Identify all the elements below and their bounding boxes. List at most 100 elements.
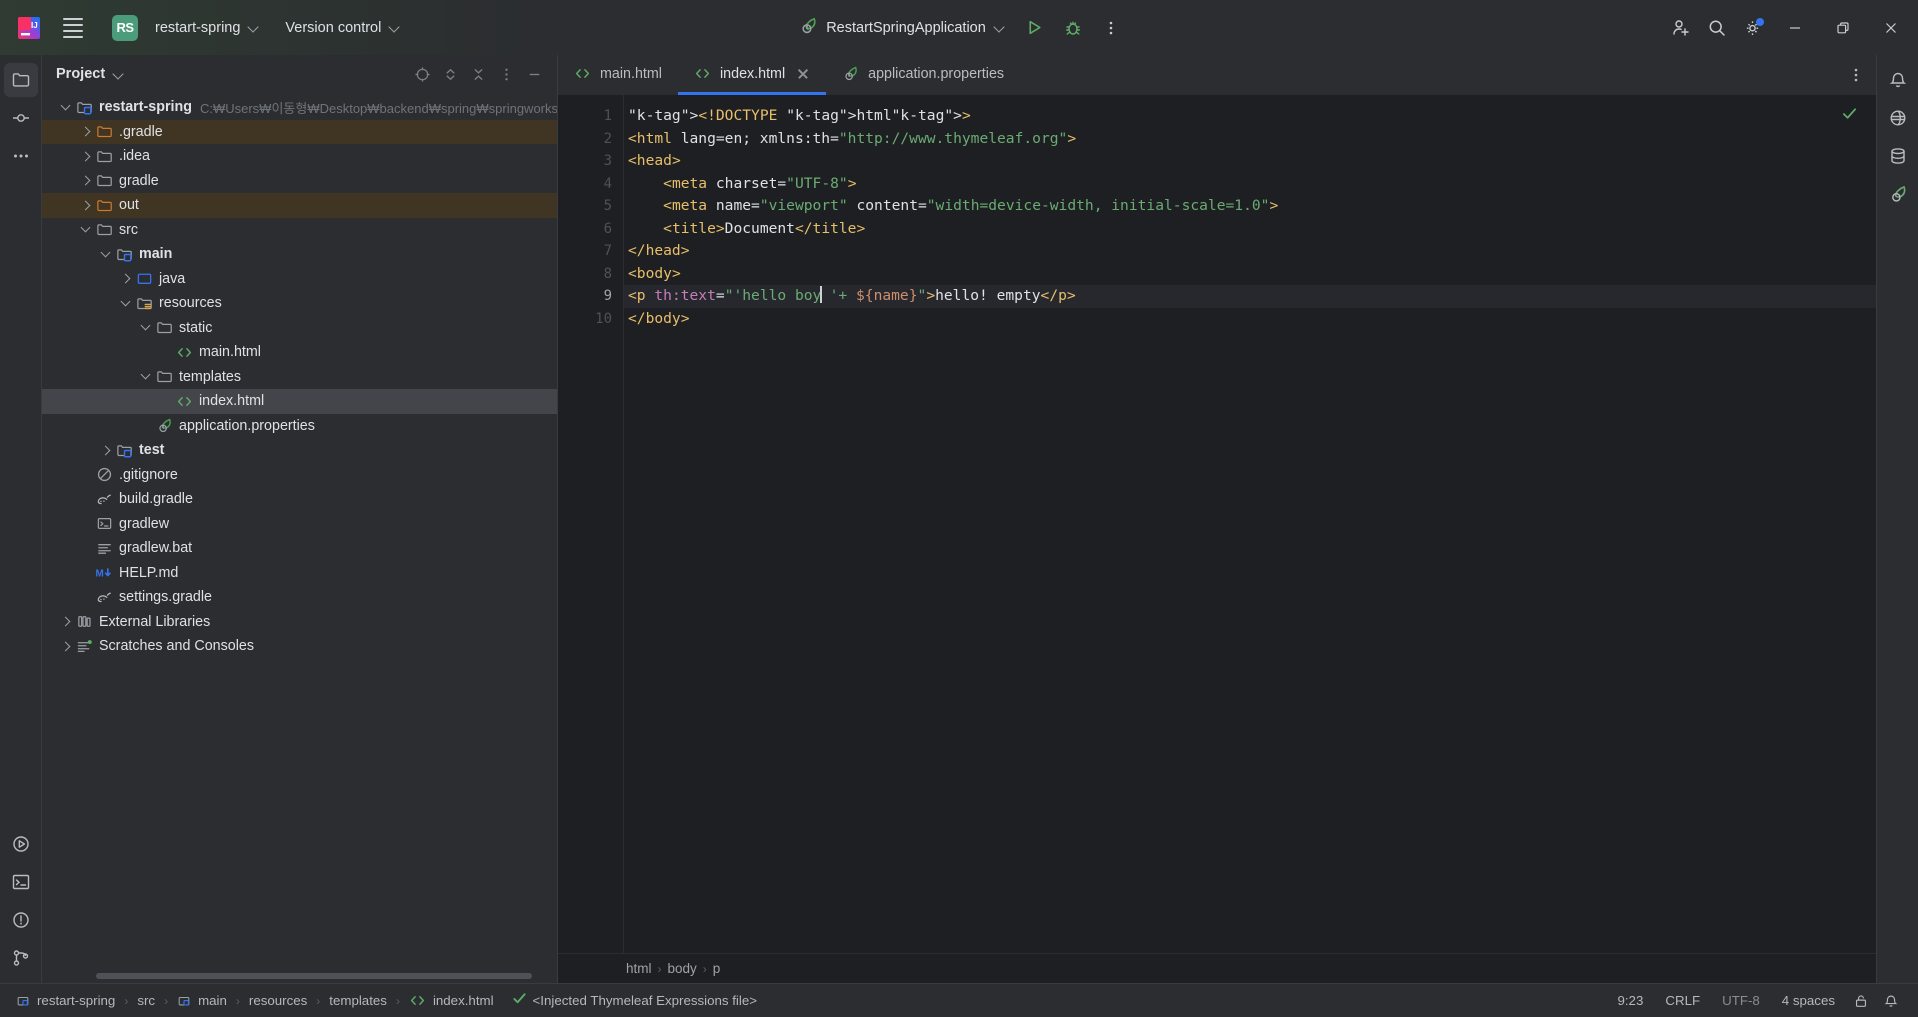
tree-node-settings-gradle[interactable]: settings.gradle — [42, 585, 557, 610]
chevron-down-icon[interactable] — [136, 319, 154, 337]
close-tab-icon[interactable] — [796, 67, 810, 81]
expand-collapse-icon[interactable] — [437, 61, 463, 87]
tree-node-src[interactable]: src — [42, 218, 557, 243]
status-breadcrumb-main[interactable]: main — [171, 990, 233, 1011]
lock-icon[interactable] — [1846, 988, 1876, 1014]
code-line[interactable]: <p th:text="'hello boy '+ ${name}">hello… — [624, 285, 1876, 308]
tree-node-resources[interactable]: resources — [42, 291, 557, 316]
tree-node-help-md[interactable]: M HELP.md — [42, 561, 557, 586]
chevron-right-icon[interactable] — [76, 172, 94, 190]
minimize-icon[interactable] — [1772, 0, 1818, 55]
debug-button[interactable] — [1056, 11, 1090, 45]
version-control-menu[interactable]: Version control — [277, 15, 408, 41]
code-line[interactable]: <body> — [624, 263, 1876, 286]
terminal-tool-window-button[interactable] — [4, 865, 38, 899]
database-tool-window-button[interactable] — [1881, 139, 1915, 173]
chevron-right-icon[interactable] — [96, 441, 114, 459]
tree-node-java[interactable]: java — [42, 267, 557, 292]
code-line[interactable]: <head> — [624, 150, 1876, 173]
editor-tab-application-properties[interactable]: application.properties — [826, 55, 1020, 95]
chevron-right-icon[interactable] — [116, 270, 134, 288]
status-breadcrumb-index-html[interactable]: index.html — [403, 989, 500, 1012]
run-configuration-selector[interactable]: RestartSpringApplication — [790, 11, 1014, 44]
chevron-right-icon[interactable] — [76, 123, 94, 141]
breadcrumb-body[interactable]: body — [668, 961, 697, 976]
restore-icon[interactable] — [1820, 0, 1866, 55]
tree-node-gradle[interactable]: .gradle — [42, 119, 557, 144]
code-line[interactable]: <title>Document</title> — [624, 218, 1876, 241]
chevron-down-icon[interactable] — [76, 221, 94, 239]
code-line[interactable]: <meta name="viewport" content="width=dev… — [624, 195, 1876, 218]
bell-icon[interactable] — [1876, 988, 1906, 1014]
run-tool-window-button[interactable] — [4, 827, 38, 861]
chevron-down-icon[interactable] — [96, 245, 114, 263]
collapse-all-icon[interactable] — [465, 61, 491, 87]
tree-node-build-gradle[interactable]: build.gradle — [42, 487, 557, 512]
ai-assistant-tool-window-button[interactable] — [1881, 101, 1915, 135]
tree-node-test[interactable]: test — [42, 438, 557, 463]
code-line[interactable]: <meta charset="UTF-8"> — [624, 173, 1876, 196]
tree-node-templates[interactable]: templates — [42, 365, 557, 390]
project-tool-window-button[interactable] — [3, 63, 38, 97]
hamburger-menu-icon[interactable] — [56, 11, 90, 45]
hide-panel-icon[interactable] — [521, 61, 547, 87]
tree-node-scratches-and-consoles[interactable]: Scratches and Consoles — [42, 634, 557, 659]
search-icon[interactable] — [1700, 11, 1734, 45]
breadcrumb-p[interactable]: p — [713, 961, 721, 976]
commit-tool-window-button[interactable] — [4, 101, 38, 135]
tree-node-gradlew[interactable]: gradlew — [42, 512, 557, 537]
editor-tab-main-html[interactable]: main.html — [558, 55, 678, 95]
run-button[interactable] — [1018, 11, 1052, 45]
chevron-down-icon[interactable] — [56, 98, 74, 116]
file-encoding[interactable]: UTF-8 — [1711, 990, 1771, 1011]
problems-tool-window-button[interactable] — [4, 903, 38, 937]
more-run-options-icon[interactable] — [1094, 11, 1128, 45]
panel-options-icon[interactable] — [493, 61, 519, 87]
add-user-icon[interactable] — [1664, 11, 1698, 45]
project-switcher[interactable]: RS restart-spring — [104, 10, 267, 46]
caret-position[interactable]: 9:23 — [1606, 990, 1654, 1011]
code-editor[interactable]: 1 2 3 4 5 6 7 8 9 10 "k-tag"><!DOCTYPE "k-tag">ht… — [558, 95, 1876, 953]
project-tree-hscrollbar[interactable] — [96, 973, 538, 979]
tree-node-static[interactable]: static — [42, 316, 557, 341]
status-breadcrumb-restart-spring[interactable]: restart-spring — [10, 990, 121, 1011]
chevron-right-icon[interactable] — [56, 613, 74, 631]
tree-node-application-properties[interactable]: application.properties — [42, 414, 557, 439]
gear-icon[interactable] — [1736, 11, 1770, 45]
tree-node-out[interactable]: out — [42, 193, 557, 218]
tree-node-gradle[interactable]: gradle — [42, 169, 557, 194]
chevron-right-icon[interactable] — [76, 147, 94, 165]
close-icon[interactable] — [1868, 0, 1914, 55]
tree-node-restart-spring[interactable]: restart-spring C:₩Users₩이동형₩Desktop₩backe… — [42, 95, 557, 120]
status-breadcrumb-resources[interactable]: resources — [243, 990, 313, 1011]
tree-node-gradlew-bat[interactable]: gradlew.bat — [42, 536, 557, 561]
code-content[interactable]: "k-tag"><!DOCTYPE "k-tag">html"k-tag">> <… — [624, 95, 1876, 953]
status-breadcrumb-src[interactable]: src — [131, 990, 161, 1011]
tree-node-main[interactable]: main — [42, 242, 557, 267]
code-line[interactable]: </head> — [624, 240, 1876, 263]
notifications-tool-window-button[interactable] — [1881, 63, 1915, 97]
chevron-down-icon[interactable] — [116, 294, 134, 312]
target-icon[interactable] — [409, 61, 435, 87]
tree-node-main-html[interactable]: main.html — [42, 340, 557, 365]
tree-node-gitignore[interactable]: .gitignore — [42, 463, 557, 488]
project-panel-title-menu[interactable]: Project — [56, 66, 124, 82]
line-separator[interactable]: CRLF — [1654, 990, 1711, 1011]
chevron-right-icon[interactable] — [56, 637, 74, 655]
chevron-right-icon[interactable] — [76, 196, 94, 214]
indent-setting[interactable]: 4 spaces — [1771, 990, 1846, 1011]
code-line[interactable]: <html lang=en; xmlns:th="http://www.thym… — [624, 128, 1876, 151]
chevron-down-icon[interactable] — [136, 368, 154, 386]
spring-tool-window-button[interactable] — [1881, 177, 1915, 211]
code-line[interactable]: </body> — [624, 308, 1876, 331]
inspection-status-icon[interactable] — [1841, 105, 1858, 127]
editor-tab-options-icon[interactable] — [1836, 55, 1876, 95]
tree-node-index-html[interactable]: index.html — [42, 389, 557, 414]
tree-node-idea[interactable]: .idea — [42, 144, 557, 169]
breadcrumb-html[interactable]: html — [626, 961, 652, 976]
code-line[interactable]: "k-tag"><!DOCTYPE "k-tag">html"k-tag">> — [624, 105, 1876, 128]
git-tool-window-button[interactable] — [4, 941, 38, 975]
more-tool-windows-button[interactable] — [4, 139, 38, 173]
status-breadcrumb-templates[interactable]: templates — [323, 990, 393, 1011]
project-tree[interactable]: restart-spring C:₩Users₩이동형₩Desktop₩backe… — [42, 93, 557, 983]
